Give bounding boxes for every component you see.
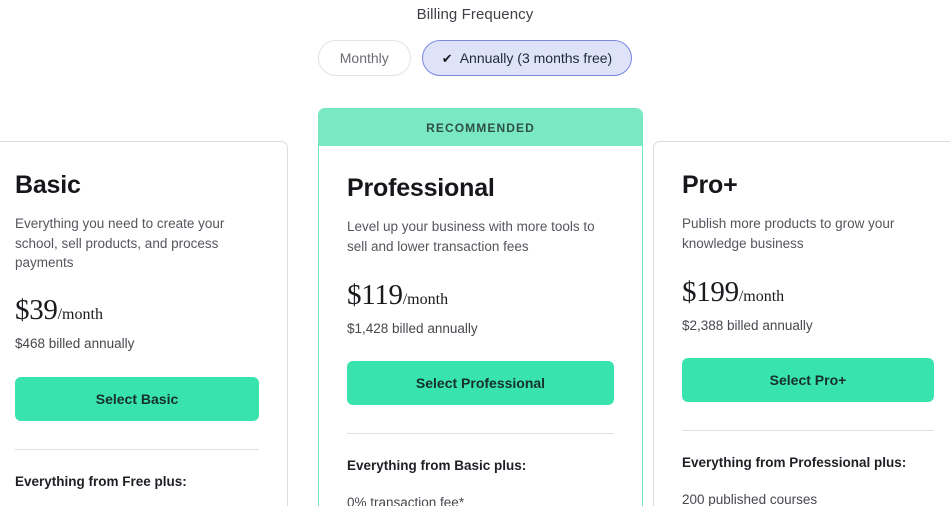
plan-price-amount: $39 bbox=[15, 294, 58, 327]
plan-price-amount: $119 bbox=[347, 279, 403, 312]
plan-price: $39/month bbox=[15, 294, 259, 327]
plan-description: Level up your business with more tools t… bbox=[347, 219, 595, 254]
select-basic-button[interactable]: Select Basic bbox=[15, 377, 259, 422]
billing-toggle-monthly[interactable]: Monthly bbox=[317, 40, 411, 76]
plan-features-heading: Everything from Free plus: bbox=[15, 474, 187, 490]
plan-title: Professional bbox=[347, 174, 495, 202]
plan-features-heading: Everything from Professional plus: bbox=[682, 455, 907, 471]
billing-frequency-title: Billing Frequency bbox=[416, 6, 534, 23]
plan-features-heading: Everything from Basic plus: bbox=[347, 458, 527, 474]
divider bbox=[15, 449, 259, 451]
recommended-badge: RECOMMENDED bbox=[319, 109, 642, 146]
plan-card-proplus[interactable]: Pro+ Publish more products to grow your … bbox=[653, 141, 950, 506]
plan-card-basic-content: Basic Everything you need to create your… bbox=[0, 142, 287, 506]
plan-card-basic[interactable]: Basic Everything you need to create your… bbox=[0, 141, 288, 506]
plan-billed-note: $2,388 billed annually bbox=[682, 318, 813, 334]
plan-description: Everything you need to create your schoo… bbox=[15, 216, 225, 271]
plan-billed-note: $1,428 billed annually bbox=[347, 321, 478, 337]
plan-price-amount: $199 bbox=[682, 276, 739, 309]
plan-title: Basic bbox=[15, 171, 81, 199]
plan-title: Pro+ bbox=[682, 171, 738, 199]
pricing-page: Billing Frequency Monthly ✔ Annually (3 … bbox=[0, 0, 950, 506]
plan-billed-note: $468 billed annually bbox=[15, 336, 135, 352]
divider bbox=[682, 430, 934, 432]
billing-toggle-annually[interactable]: ✔ Annually (3 months free) bbox=[421, 40, 633, 76]
billing-toggle-annually-label: Annually (3 months free) bbox=[459, 50, 613, 66]
select-professional-button[interactable]: Select Professional bbox=[347, 361, 614, 406]
select-proplus-button[interactable]: Select Pro+ bbox=[682, 358, 934, 403]
plan-feature-item: 0% transaction fee* bbox=[347, 495, 465, 506]
plan-feature-item: 200 published courses bbox=[682, 492, 818, 506]
plan-price-period: /month bbox=[57, 306, 103, 324]
check-icon: ✔ bbox=[441, 50, 453, 66]
billing-frequency-toggle-group: Monthly ✔ Annually (3 months free) bbox=[0, 40, 950, 76]
billing-frequency-header: Billing Frequency bbox=[0, 6, 950, 23]
plan-description: Publish more products to grow your knowl… bbox=[682, 216, 895, 251]
plan-price-period: /month bbox=[738, 288, 785, 306]
divider bbox=[347, 433, 614, 435]
plan-price: $119/month bbox=[347, 279, 614, 312]
plan-card-proplus-content: Pro+ Publish more products to grow your … bbox=[654, 142, 950, 506]
plan-card-professional-content: Professional Level up your business with… bbox=[319, 146, 642, 506]
billing-toggle-monthly-label: Monthly bbox=[339, 50, 389, 66]
plan-price: $199/month bbox=[682, 276, 934, 309]
plan-card-professional[interactable]: RECOMMENDED Professional Level up your b… bbox=[318, 108, 643, 506]
plan-price-period: /month bbox=[402, 291, 449, 309]
